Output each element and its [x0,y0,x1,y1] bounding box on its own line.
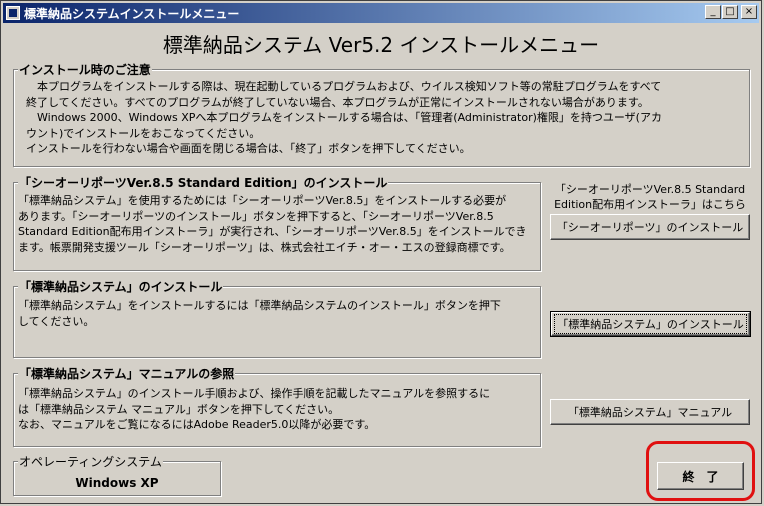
co-reports-text: 「標準納品システム」を使用するためには「シーオーリポーツVer.8.5」をインス… [18,193,540,255]
notice-line: 終了してください。すべてのプログラムが終了していない場合、本プログラムが正常にイ… [26,95,649,109]
exit-highlight-ring [646,441,755,501]
notice-line: Windows 2000、Windows XPへ本プログラムをインストールする場… [26,111,662,124]
manual-label: 「標準納品システム」マニュアル [567,406,733,419]
system-install-group: 「標準納品システム」のインストール 「標準納品システム」をインストールするには「… [13,278,541,358]
app-icon [6,6,20,20]
co-reports-install-button[interactable]: 「シーオーリポーツ」のインストール [550,214,750,240]
manual-title: 「標準納品システム」マニュアルの参照 [18,365,236,382]
manual-line: なお、マニュアルをご覧になるにはAdobe Reader5.0以降が必要です。 [18,418,376,431]
notice-text: 本プログラムをインストールする際は、現在起動しているプログラムおよび、ウイルス検… [26,79,748,157]
notice-line: インストールを行わない場合や画面を閉じる場合は、「終了」ボタンを押下してください… [26,142,471,155]
window-title: 標準納品システムインストールメニュー [24,6,240,21]
system-install-line: してください。 [18,314,95,328]
notice-line: ウント)でインストールをおこなってください。 [26,126,261,140]
co-reports-line: 「標準納品システム」を使用するためには「シーオーリポーツVer.8.5」をインス… [18,194,507,207]
os-title: オペレーティングシステム [18,453,163,470]
notice-group: インストール時のご注意 本プログラムをインストールする際は、現在起動しているプロ… [13,61,750,167]
co-reports-line: ます。帳票開発支援ツール「シーオーリポーツ」は、株式会社エイチ・オー・エスの登録… [18,240,511,254]
manual-line: は「標準納品システム マニュアル」ボタンを押下してください。 [18,402,340,416]
manual-button[interactable]: 「標準納品システム」マニュアル [550,399,750,425]
side-note-line: 「シーオーリポーツVer.8.5 Standard [554,183,746,196]
co-reports-line: Standard Edition配布用インストーラ」が実行され、「シーオーリポー… [18,225,527,238]
os-value: Windows XP [75,476,159,490]
manual-line: 「標準納品システム」のインストール手順および、操作手順を記載したマニュアルを参照… [18,387,491,400]
co-reports-line: あります。「シーオーリポーツのインストール」ボタンを押下すると、「シーオーリポー… [18,209,494,223]
system-install-button[interactable]: 「標準納品システム」のインストール [550,311,751,337]
system-install-title: 「標準納品システム」のインストール [18,278,224,295]
window-controls: _ □ × [704,5,757,19]
page-title: 標準納品システム Ver5.2 インストールメニュー [162,33,600,57]
system-install-line: 「標準納品システム」をインストールするには「標準納品システムのインストール」ボタ… [18,299,501,312]
os-group: オペレーティングシステム Windows XP [13,453,221,496]
co-reports-group: 「シーオーリポーツVer.8.5 Standard Edition」のインストー… [13,174,541,271]
notice-title: インストール時のご注意 [18,61,152,78]
manual-group: 「標準納品システム」マニュアルの参照 「標準納品システム」のインストール手順およ… [13,365,541,447]
co-reports-install-label: 「シーオーリポーツ」のインストール [556,221,744,234]
system-install-label: 「標準納品システム」のインストール [554,314,747,334]
co-reports-side-note: 「シーオーリポーツVer.8.5 Standard Edition配布用インスト… [549,182,751,212]
title-bar[interactable]: 標準納品システムインストールメニュー _ □ × [3,3,759,23]
system-install-text: 「標準納品システム」をインストールするには「標準納品システムのインストール」ボタ… [18,298,540,329]
manual-text: 「標準納品システム」のインストール手順および、操作手順を記載したマニュアルを参照… [18,386,540,433]
installer-window: 標準納品システムインストールメニュー _ □ × 標準納品システム Ver5.2… [0,0,762,504]
close-button[interactable]: × [741,5,757,19]
side-note-line: Edition配布用インストーラ」はこちら [554,198,746,211]
notice-line: 本プログラムをインストールする際は、現在起動しているプログラムおよび、ウイルス検… [26,80,662,93]
minimize-button[interactable]: _ [705,5,721,19]
maximize-button[interactable]: □ [722,5,738,19]
co-reports-title: 「シーオーリポーツVer.8.5 Standard Edition」のインストー… [18,174,389,191]
